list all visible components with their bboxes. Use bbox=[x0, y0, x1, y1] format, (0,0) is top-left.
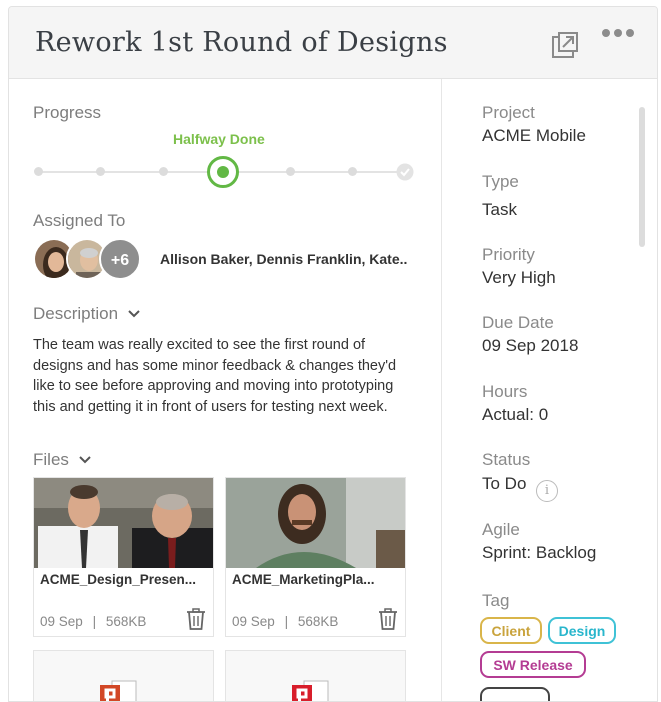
priority-label: Priority bbox=[482, 245, 535, 264]
file-date: 09 Sep bbox=[40, 614, 83, 629]
description-label[interactable]: Description bbox=[33, 304, 141, 324]
tag-client[interactable]: Client bbox=[480, 617, 542, 644]
progress-step[interactable] bbox=[348, 167, 357, 176]
tag-partial[interactable] bbox=[480, 687, 550, 701]
file-meta: 09 Sep | 568KB bbox=[40, 614, 146, 629]
more-horizontal-icon[interactable] bbox=[601, 27, 635, 39]
assigned-label: Assigned To bbox=[33, 211, 126, 230]
due-date-value[interactable]: 09 Sep 2018 bbox=[482, 336, 578, 356]
powerpoint-file-icon bbox=[292, 680, 329, 701]
trash-icon[interactable] bbox=[378, 608, 398, 630]
progress-step[interactable] bbox=[286, 167, 295, 176]
progress-status: Halfway Done bbox=[173, 131, 265, 147]
task-title[interactable]: Rework 1st Round of Designs bbox=[35, 27, 448, 58]
info-icon[interactable]: i bbox=[536, 480, 558, 502]
due-date-label: Due Date bbox=[482, 313, 554, 332]
main-panel: Progress Halfway Done Assigned To +6 All… bbox=[9, 79, 441, 701]
file-card[interactable]: ACME_MarketingPla... 09 Sep | 568KB bbox=[225, 477, 406, 637]
progress-step[interactable] bbox=[96, 167, 105, 176]
description-label-text: Description bbox=[33, 304, 119, 323]
powerpoint-file-icon bbox=[100, 680, 137, 701]
description-text: The team was really excited to see the f… bbox=[33, 337, 397, 415]
file-date: 09 Sep bbox=[232, 614, 275, 629]
files-label-text: Files bbox=[33, 450, 69, 469]
progress-step[interactable] bbox=[159, 167, 168, 176]
assignee-names[interactable]: Allison Baker, Dennis Franklin, Kate.. bbox=[160, 251, 407, 267]
scrollbar[interactable] bbox=[639, 107, 645, 247]
trash-icon[interactable] bbox=[186, 608, 206, 630]
project-label: Project bbox=[482, 103, 535, 122]
files-label[interactable]: Files bbox=[33, 450, 92, 470]
file-name[interactable]: ACME_Design_Presen... bbox=[40, 572, 196, 587]
progress-step[interactable] bbox=[34, 167, 43, 176]
agile-label: Agile bbox=[482, 520, 520, 539]
file-name[interactable]: ACME_MarketingPla... bbox=[232, 572, 375, 587]
file-thumbnail[interactable] bbox=[226, 478, 405, 568]
more-assignees-badge[interactable]: +6 bbox=[99, 238, 141, 280]
file-size: 568KB bbox=[297, 614, 339, 629]
tag-design[interactable]: Design bbox=[548, 617, 616, 644]
status-value[interactable]: To Do bbox=[482, 474, 526, 494]
meta-separator: | bbox=[92, 614, 97, 629]
status-label: Status bbox=[482, 450, 531, 469]
progress-current-step[interactable] bbox=[207, 156, 239, 188]
hours-label: Hours bbox=[482, 382, 528, 401]
file-meta: 09 Sep | 568KB bbox=[232, 614, 338, 629]
check-circle-icon[interactable] bbox=[396, 163, 414, 181]
chevron-down-icon[interactable] bbox=[78, 455, 92, 465]
type-value[interactable]: Task bbox=[482, 200, 517, 220]
priority-value[interactable]: Very High bbox=[482, 268, 556, 288]
file-thumbnail[interactable] bbox=[34, 478, 213, 568]
tag-sw-release[interactable]: SW Release bbox=[480, 651, 586, 678]
file-card[interactable]: ACME_Design_Presen... 09 Sep | 568KB bbox=[33, 477, 214, 637]
card-header: Rework 1st Round of Designs bbox=[9, 7, 657, 79]
agile-value[interactable]: Sprint: Backlog bbox=[482, 543, 596, 563]
progress-label: Progress bbox=[33, 103, 102, 122]
file-card[interactable] bbox=[33, 650, 214, 701]
tag-label: Tag bbox=[482, 591, 510, 610]
chevron-down-icon[interactable] bbox=[127, 309, 141, 319]
details-sidebar: Project ACME Mobile Type Task Priority V… bbox=[442, 79, 657, 701]
file-size: 568KB bbox=[105, 614, 147, 629]
file-card[interactable] bbox=[225, 650, 406, 701]
hours-value[interactable]: Actual: 0 bbox=[482, 405, 548, 425]
type-label: Type bbox=[482, 172, 519, 191]
project-value[interactable]: ACME Mobile bbox=[482, 126, 586, 146]
popout-icon[interactable] bbox=[551, 31, 579, 59]
task-detail-card: Rework 1st Round of Designs Progress Hal… bbox=[8, 6, 658, 702]
meta-separator: | bbox=[284, 614, 289, 629]
